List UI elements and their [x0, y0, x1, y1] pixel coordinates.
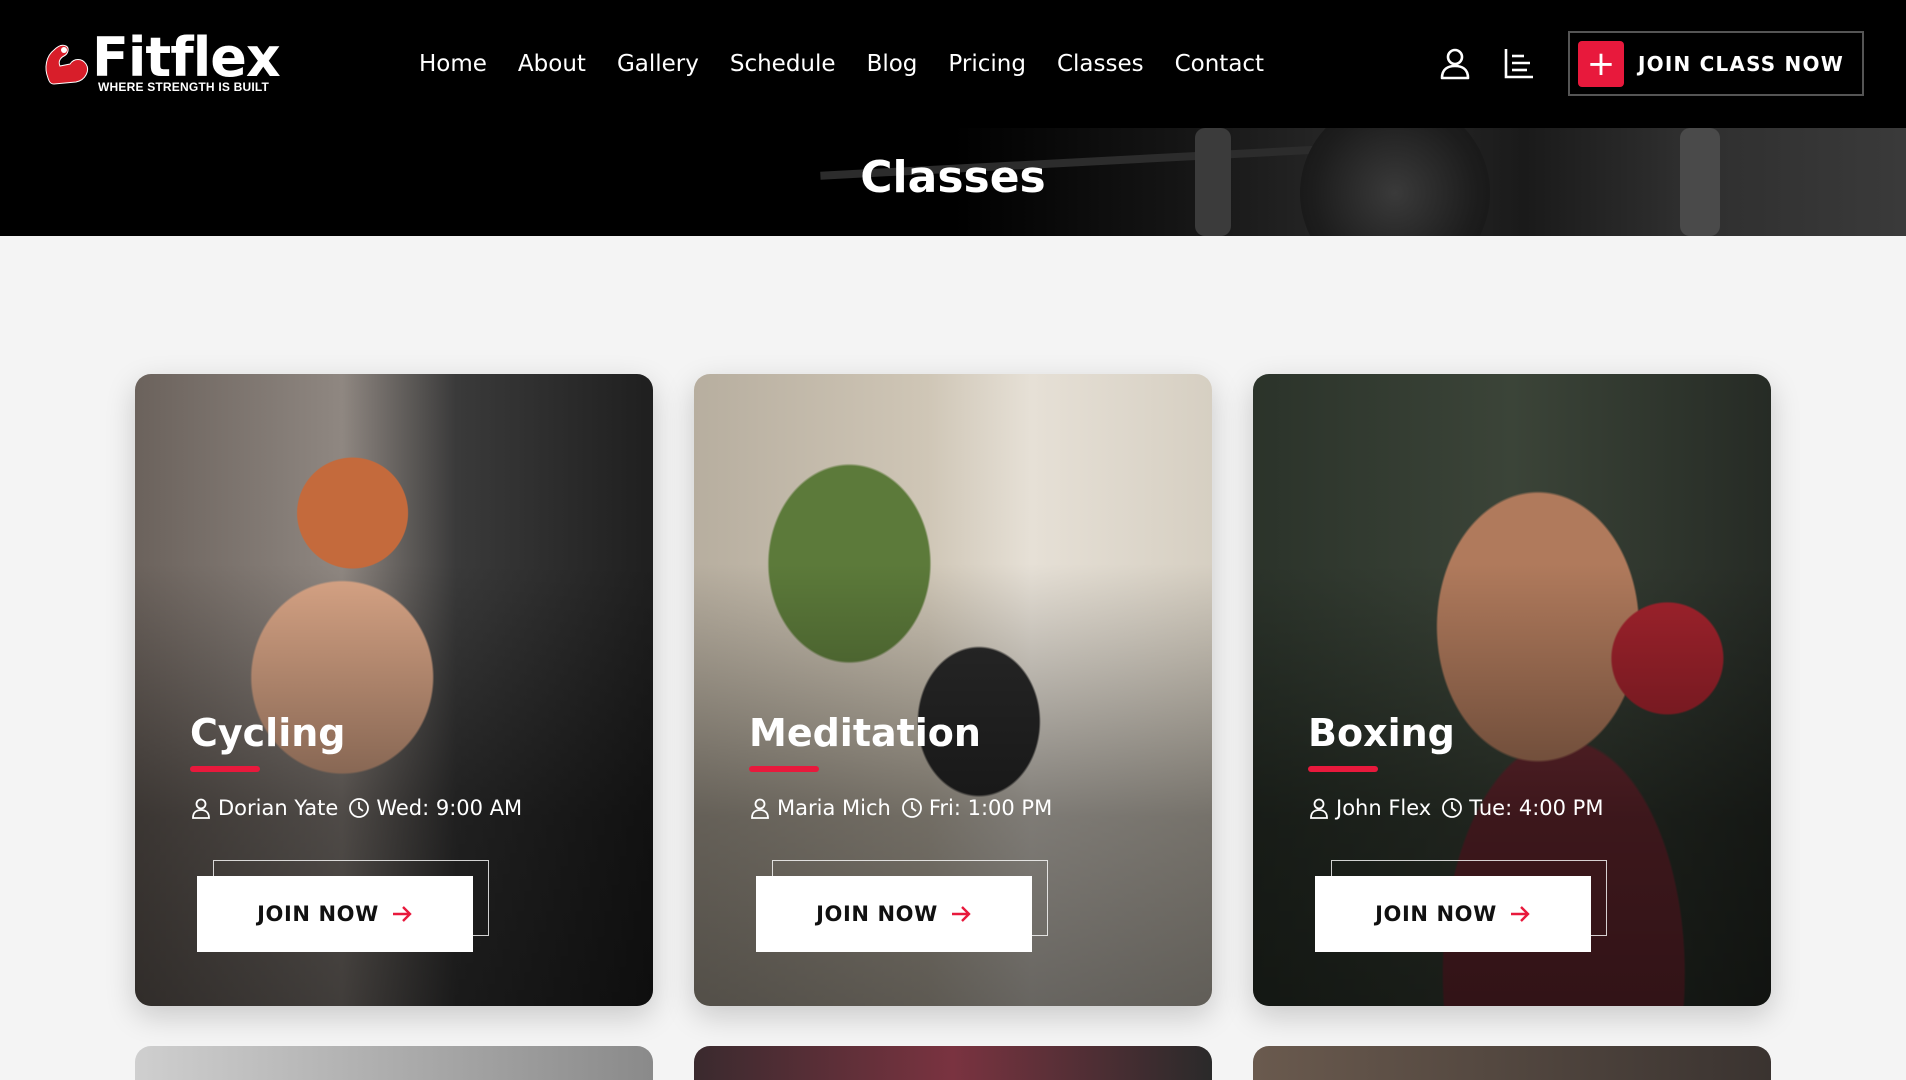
page-banner: Classes [0, 128, 1906, 236]
class-trainer: John Flex [1336, 796, 1432, 820]
page-title: Classes [860, 152, 1046, 203]
class-card-peek[interactable] [694, 1046, 1212, 1080]
join-now-button[interactable]: JOIN NOW [756, 876, 1032, 952]
join-now-label: JOIN NOW [257, 902, 379, 926]
join-now-label: JOIN NOW [1375, 902, 1497, 926]
class-time: Wed: 9:00 AM [376, 796, 523, 820]
trainer-icon [751, 798, 769, 819]
menu-icon[interactable] [1502, 46, 1536, 80]
title-underline [749, 766, 819, 772]
join-class-button[interactable]: + JOIN CLASS NOW [1568, 31, 1864, 96]
clock-icon [901, 798, 922, 818]
brand-tagline: WHERE STRENGTH IS BUILT [98, 80, 270, 94]
class-trainer: Dorian Yate [218, 796, 339, 820]
join-class-label: JOIN CLASS NOW [1638, 51, 1844, 76]
arrow-right-icon [1510, 906, 1530, 922]
class-trainer: Maria Mich [777, 796, 891, 820]
class-title: Boxing [1308, 711, 1455, 755]
class-meta: Maria Mich Fri: 1:00 PM [749, 796, 1052, 820]
arrow-right-icon [392, 906, 412, 922]
title-underline [190, 766, 260, 772]
nav-schedule[interactable]: Schedule [730, 48, 836, 80]
class-time: Fri: 1:00 PM [928, 796, 1053, 820]
class-meta: John Flex Tue: 4:00 PM [1308, 796, 1603, 820]
title-underline [1308, 766, 1378, 772]
class-card-peek[interactable] [1253, 1046, 1771, 1080]
nav-about[interactable]: About [518, 48, 586, 80]
brand-name: Fitflex [92, 26, 281, 89]
join-now-label: JOIN NOW [816, 902, 938, 926]
class-title: Cycling [190, 711, 346, 755]
nav-classes[interactable]: Classes [1057, 48, 1144, 80]
class-title: Meditation [749, 711, 981, 755]
nav-blog[interactable]: Blog [867, 48, 918, 80]
clock-icon [1442, 798, 1463, 818]
classes-section: Cycling Dorian Yate Wed: 9:00 AM JOIN NO… [0, 236, 1906, 1080]
join-now-button[interactable]: JOIN NOW [197, 876, 473, 952]
trainer-icon [192, 798, 210, 819]
user-icon[interactable] [1438, 46, 1472, 80]
nav-home[interactable]: Home [419, 48, 487, 80]
nav-pricing[interactable]: Pricing [948, 48, 1026, 80]
class-card-boxing[interactable]: Boxing John Flex Tue: 4:00 PM JOIN NOW [1253, 374, 1771, 1006]
class-card-peek[interactable] [135, 1046, 653, 1080]
class-time: Tue: 4:00 PM [1469, 796, 1604, 820]
nav-gallery[interactable]: Gallery [617, 48, 699, 80]
join-now-button[interactable]: JOIN NOW [1315, 876, 1591, 952]
class-card-cycling[interactable]: Cycling Dorian Yate Wed: 9:00 AM JOIN NO… [135, 374, 653, 1006]
trainer-icon [1310, 798, 1328, 819]
brand-logo[interactable]: Fitflex WHERE STRENGTH IS BUILT [40, 26, 281, 98]
nav-contact[interactable]: Contact [1175, 48, 1264, 80]
flexed-arm-icon [45, 44, 89, 85]
clock-icon [349, 798, 370, 818]
class-card-meditation[interactable]: Meditation Maria Mich Fri: 1:00 PM JOIN … [694, 374, 1212, 1006]
site-header: Fitflex WHERE STRENGTH IS BUILT Home Abo… [0, 0, 1906, 128]
main-nav: Home About Gallery Schedule Blog Pricing… [419, 48, 1264, 80]
class-meta: Dorian Yate Wed: 9:00 AM [190, 796, 522, 820]
arrow-right-icon [951, 906, 971, 922]
plus-icon: + [1578, 40, 1624, 87]
